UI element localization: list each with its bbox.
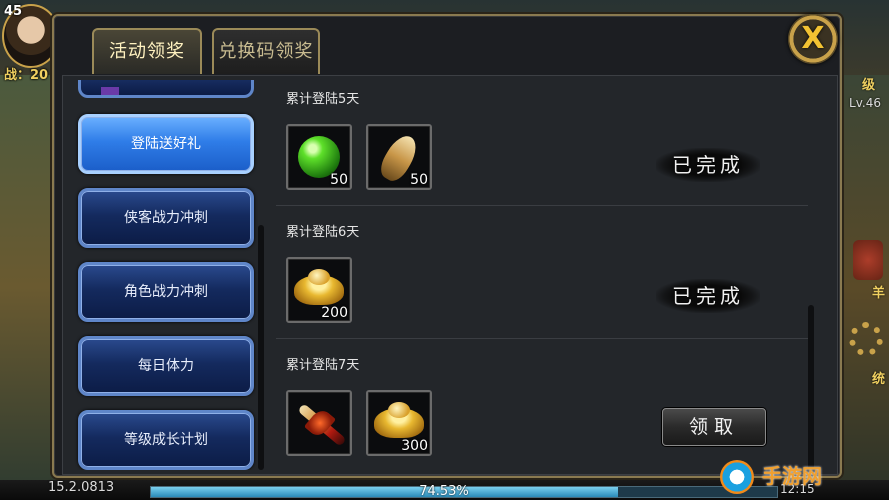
menu-item-partial[interactable] <box>78 80 254 98</box>
claim-button[interactable]: 领取 <box>662 408 766 446</box>
gold-ingot-icon <box>374 402 424 438</box>
content-scrollbar[interactable] <box>808 305 814 470</box>
watermark-logo-icon <box>720 460 754 494</box>
section-divider <box>276 338 808 339</box>
power-prefix: 战： <box>4 68 31 83</box>
close-icon: X <box>801 21 825 56</box>
system-gear-icon[interactable] <box>849 322 883 356</box>
system-label: 统 <box>871 372 885 387</box>
event-badge-icon[interactable] <box>853 240 883 280</box>
right-level-label: 级 <box>861 78 875 93</box>
power-value: 20 <box>30 68 49 83</box>
reward-item[interactable]: 50 <box>286 124 352 190</box>
menu-stub-icon <box>101 87 119 95</box>
section-title: 累计登陆5天 <box>286 92 360 107</box>
reward-section: 累计登陆6天 200 已完成 <box>276 213 808 339</box>
background-left <box>0 75 60 500</box>
menu-item-hero-power[interactable]: 侠客战力冲刺 <box>78 188 254 248</box>
exp-percent: 74.53% <box>419 484 469 499</box>
reward-section: 累计登陆5天 50 50 已完成 <box>276 80 808 206</box>
close-button[interactable]: X <box>788 14 838 64</box>
section-title: 累计登陆6天 <box>286 225 360 240</box>
menu-item-level-growth[interactable]: 等级成长计划 <box>78 410 254 470</box>
player-power: 战：20 <box>4 64 48 83</box>
completed-stamp: 已完成 <box>656 148 760 182</box>
item-count: 300 <box>401 438 428 454</box>
menu-scrollbar[interactable] <box>258 225 264 470</box>
player-level: 45 <box>4 4 23 19</box>
menu-item-daily-stamina[interactable]: 每日体力 <box>78 336 254 396</box>
reward-item[interactable]: 300 <box>366 390 432 456</box>
right-yang-label: 羊 <box>871 286 885 301</box>
menu-item-login-gift[interactable]: 登陆送好礼 <box>78 114 254 174</box>
right-level: Lv.46 <box>849 96 881 110</box>
activity-menu: 登陆送好礼 侠客战力冲刺 角色战力冲刺 每日体力 等级成长计划 <box>68 80 264 470</box>
site-watermark: 手游网 <box>720 458 860 498</box>
tab-activity-rewards[interactable]: 活动领奖 <box>92 28 202 74</box>
completed-stamp: 已完成 <box>656 279 760 313</box>
item-count: 50 <box>330 172 348 188</box>
reward-item[interactable]: 200 <box>286 257 352 323</box>
reward-item[interactable]: 50 <box>366 124 432 190</box>
gold-ingot-icon <box>294 269 344 305</box>
watermark-text: 手游网 <box>762 464 822 488</box>
item-count: 50 <box>410 172 428 188</box>
item-count: 200 <box>321 305 348 321</box>
reward-item[interactable] <box>286 390 352 456</box>
section-divider <box>276 205 808 206</box>
section-title: 累计登陆7天 <box>286 358 360 373</box>
menu-item-role-power[interactable]: 角色战力冲刺 <box>78 262 254 322</box>
reward-list: 累计登陆5天 50 50 已完成 累计登陆6天 200 已完成 累计登陆7天 3… <box>276 80 808 470</box>
version-text: 15.2.0813 <box>48 480 115 495</box>
tab-redeem-code[interactable]: 兑换码领奖 <box>212 28 320 74</box>
